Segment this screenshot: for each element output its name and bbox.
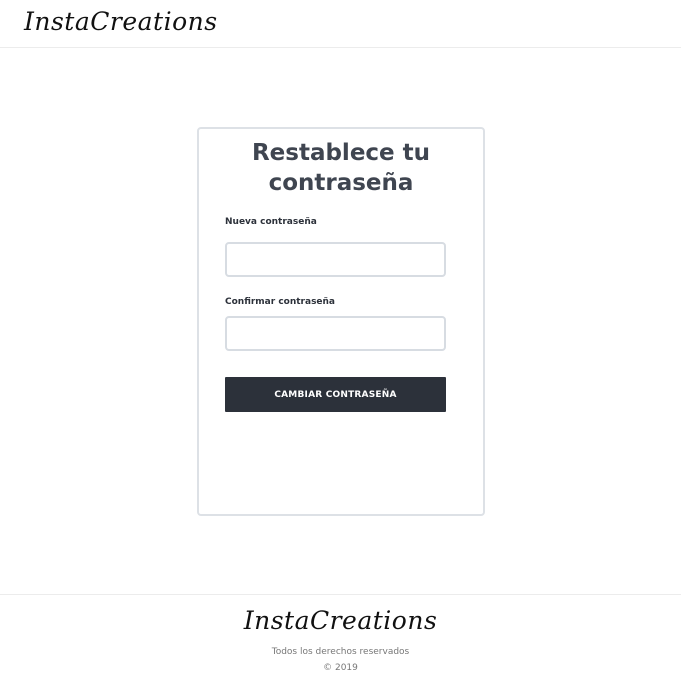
site-footer: InstaCreations Todos los derechos reserv… xyxy=(0,594,681,679)
rights-text: Todos los derechos reservados xyxy=(271,647,410,657)
footer-logo: InstaCreations xyxy=(243,606,438,635)
new-password-label: Nueva contraseña xyxy=(225,217,317,227)
change-password-button[interactable]: CAMBIAR CONTRASEÑA xyxy=(225,377,446,412)
header-logo[interactable]: InstaCreations xyxy=(24,4,218,40)
confirm-password-label: Confirmar contraseña xyxy=(225,297,336,307)
reset-password-card: Restablece tu contraseña Nueva contraseñ… xyxy=(197,127,485,516)
new-password-field[interactable] xyxy=(225,242,446,277)
confirm-password-field[interactable] xyxy=(225,316,446,351)
copyright-text: © 2019 xyxy=(323,663,358,673)
page-title: Restablece tu contraseña xyxy=(251,140,431,196)
site-header: InstaCreations xyxy=(0,0,681,48)
